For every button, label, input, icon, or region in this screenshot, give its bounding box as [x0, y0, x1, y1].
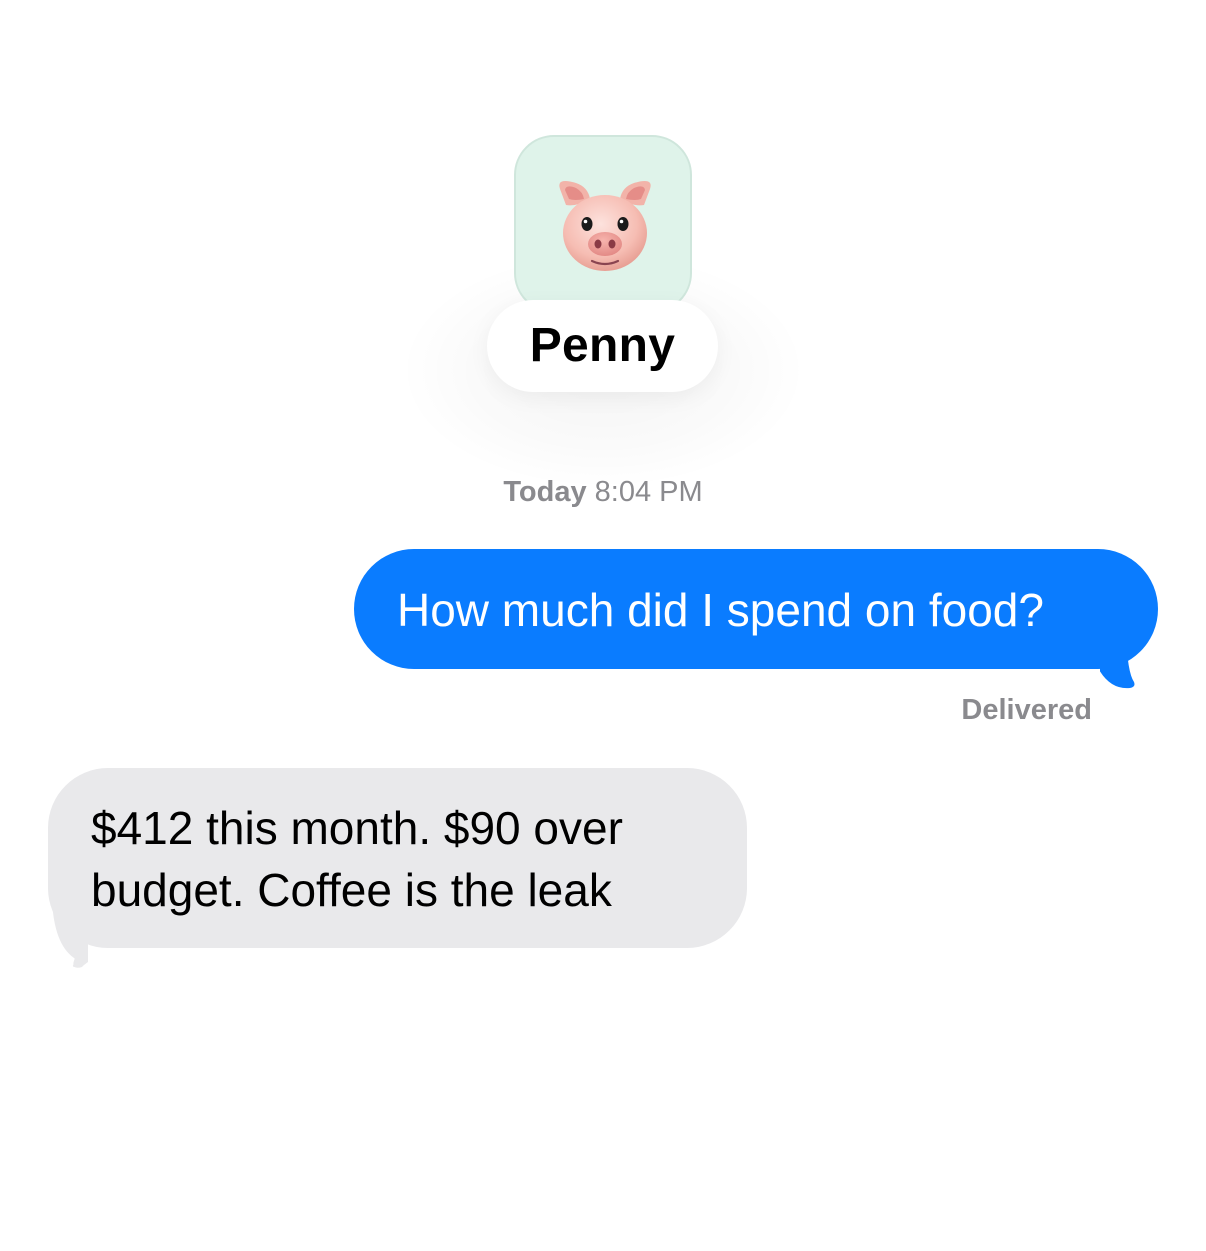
contact-avatar[interactable]	[514, 135, 692, 313]
contact-name-pill[interactable]: Penny	[487, 300, 718, 392]
pig-face-icon	[559, 181, 651, 271]
message-timestamp: Today 8:04 PM	[0, 474, 1206, 510]
timestamp-time: 8:04 PM	[594, 476, 703, 508]
delivery-status: Delivered	[961, 694, 1092, 726]
timestamp-day: Today	[503, 476, 587, 508]
sent-message-bubble[interactable]: How much did I spend on food?	[354, 549, 1158, 669]
received-message-line: budget. Coffee is the leak	[91, 864, 612, 916]
received-message-bubble[interactable]: $412 this month. $90 over budget. Coffee…	[48, 768, 747, 948]
sent-message-text: How much did I spend on food?	[397, 584, 1044, 636]
contact-name: Penny	[529, 319, 676, 372]
received-message-line: $412 this month. $90 over	[91, 802, 623, 854]
